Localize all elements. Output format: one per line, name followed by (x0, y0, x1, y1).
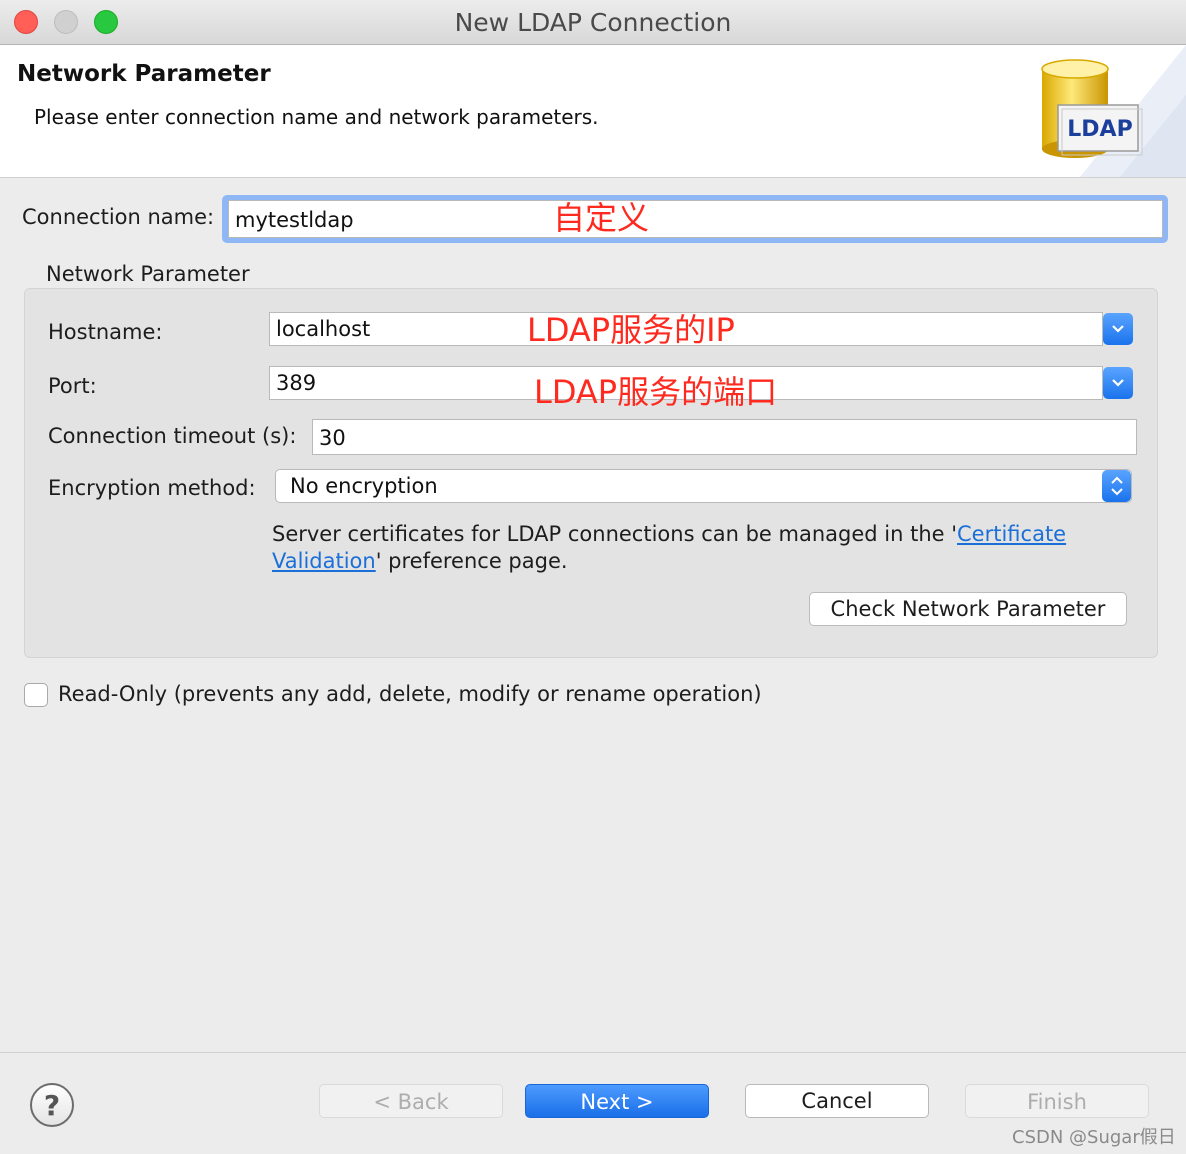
help-icon: ? (43, 1088, 61, 1122)
hostname-label: Hostname: (48, 320, 163, 344)
check-network-parameter-button[interactable]: Check Network Parameter (809, 592, 1127, 626)
next-button[interactable]: Next > (525, 1084, 709, 1118)
wizard-header: Network Parameter Please enter connectio… (0, 45, 1186, 178)
certificate-link-part1[interactable]: Certificate (957, 522, 1066, 546)
certificate-info-text: Server certificates for LDAP connections… (272, 521, 1112, 575)
port-annotation: LDAP服务的端口 (534, 373, 778, 411)
help-button[interactable]: ? (30, 1083, 74, 1127)
cert-text-after: ' preference page. (375, 549, 568, 573)
page-title: Network Parameter (17, 61, 271, 87)
ldap-logo-icon: LDAP (1036, 57, 1146, 165)
footer-divider (0, 1052, 1186, 1053)
chevron-down-icon (1112, 379, 1124, 387)
hostname-annotation: LDAP服务的IP (527, 311, 735, 349)
cert-text-before: Server certificates for LDAP connections… (272, 522, 958, 546)
connection-name-input[interactable]: mytestldap (228, 200, 1163, 238)
watermark-text: CSDN @Sugar假日 (1012, 1127, 1176, 1148)
port-label: Port: (48, 374, 97, 398)
back-button[interactable]: < Back (319, 1084, 503, 1118)
certificate-link-part2[interactable]: Validation (272, 549, 376, 573)
window-title: New LDAP Connection (454, 8, 732, 37)
read-only-checkbox[interactable] (24, 683, 48, 707)
up-down-chevron-icon (1110, 476, 1123, 496)
page-subtitle: Please enter connection name and network… (34, 105, 599, 129)
encryption-select[interactable]: No encryption (275, 469, 1132, 503)
port-dropdown-button[interactable] (1103, 367, 1133, 399)
chevron-down-icon (1112, 325, 1124, 333)
ldap-logo-text: LDAP (1067, 117, 1133, 142)
timeout-input[interactable]: 30 (312, 419, 1137, 455)
connection-name-label: Connection name: (22, 205, 215, 229)
read-only-label: Read-Only (prevents any add, delete, mod… (58, 682, 762, 706)
hostname-dropdown-button[interactable] (1103, 313, 1133, 345)
encryption-label: Encryption method: (48, 476, 256, 500)
cancel-button[interactable]: Cancel (745, 1084, 929, 1118)
timeout-label: Connection timeout (s): (48, 424, 297, 448)
connection-name-annotation: 自定义 (553, 199, 650, 237)
network-group-label: Network Parameter (46, 262, 250, 286)
title-bar: New LDAP Connection (0, 0, 1186, 45)
encryption-select-button[interactable] (1102, 470, 1131, 502)
finish-button[interactable]: Finish (965, 1084, 1149, 1118)
